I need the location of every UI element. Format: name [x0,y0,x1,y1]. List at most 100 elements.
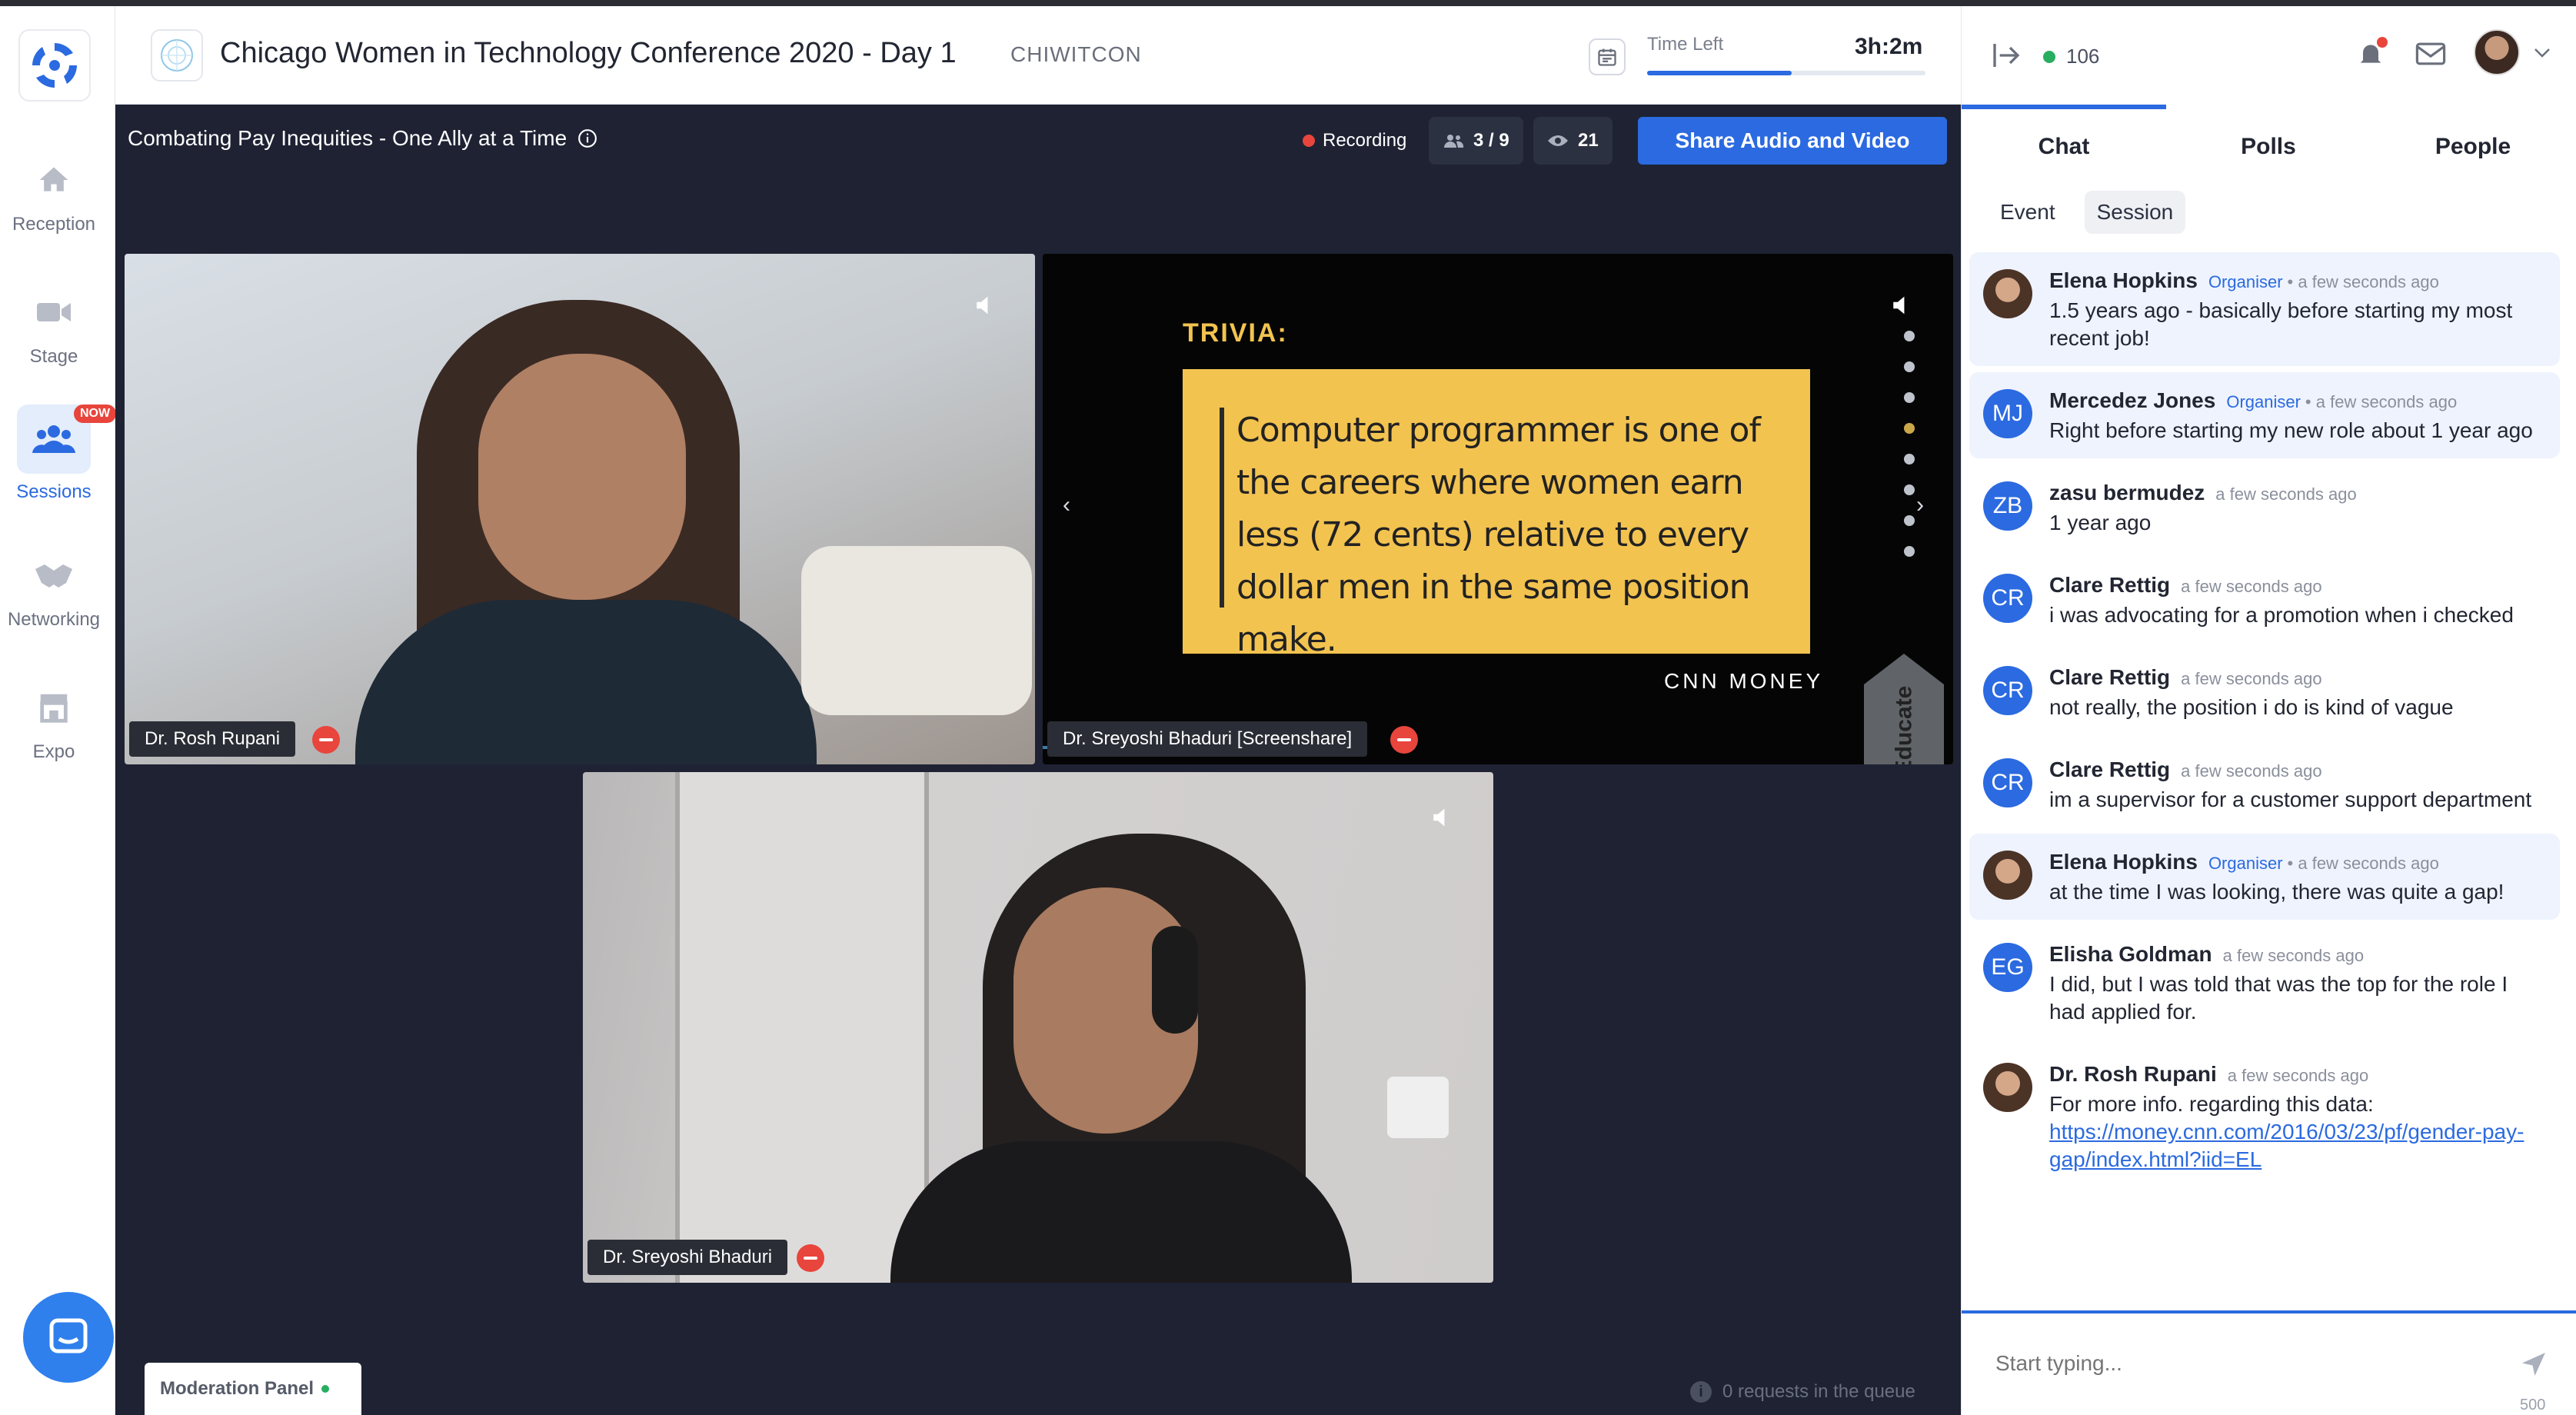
slide-source: CNN MONEY [1664,669,1824,693]
nav-reception[interactable]: Reception [0,145,108,260]
recording-indicator: Recording [1292,117,1417,165]
message-text: For more info. regarding this data: https… [2049,1090,2544,1174]
event-code: CHIWITCON [1010,42,1142,66]
tab-people[interactable]: People [2371,111,2575,180]
chevron-down-icon[interactable] [2534,48,2551,58]
speaker-volume-icon[interactable] [1430,804,1456,831]
message-time: a few seconds ago [2222,946,2365,965]
tile-name-label: Dr. Sreyoshi Bhaduri [587,1240,788,1275]
video-tile-sreyoshi-bhaduri[interactable]: Dr. Sreyoshi Bhaduri [583,772,1493,1283]
app-logo[interactable] [18,29,91,102]
message-meta: Clare Rettig a few seconds ago [2049,755,2544,786]
slide-dot[interactable] [1904,331,1915,341]
slide-next-icon[interactable]: › [1916,492,1924,518]
nav-sessions-label: Sessions [16,481,92,502]
slide-dot[interactable] [1904,392,1915,403]
tab-polls[interactable]: Polls [2166,111,2371,180]
session-title-text: Combating Pay Inequities - One Ally at a… [128,126,567,150]
meta-separator: • [2305,392,2316,411]
remove-speaker-button[interactable] [312,726,340,754]
chat-support-button[interactable] [23,1292,114,1383]
group-icon: NOW [17,405,117,474]
info-icon: i [1690,1381,1712,1403]
chat-message: EG Elisha Goldman a few seconds ago I did… [1969,926,2560,1040]
nav-networking[interactable]: Networking [0,540,108,655]
user-avatar[interactable] [2474,29,2520,75]
nav-stage[interactable]: Stage [0,277,108,392]
slide-dot[interactable] [1904,515,1915,526]
tile-name-text: Dr. Rosh Rupani [145,728,281,749]
meta-separator: • [2287,272,2298,291]
online-count-value: 106 [2066,45,2100,68]
chat-message: CR Clare Rettig a few seconds ago im a su… [1969,741,2560,827]
tile-name-text: Dr. Sreyoshi Bhaduri [Screenshare] [1063,728,1353,749]
message-author: zasu bermudez [2049,481,2205,504]
chat-message: Elena Hopkins Organiser • a few seconds ag… [1969,252,2560,366]
message-text: Right before starting my new role about … [2049,418,2533,442]
chat-input[interactable] [1995,1343,2488,1384]
moderation-panel-tab[interactable]: Moderation Panel [145,1363,361,1415]
tab-chat[interactable]: Chat [1962,111,2166,180]
remove-speaker-button[interactable] [797,1244,824,1272]
message-time: a few seconds ago [2315,392,2458,411]
slide-dot-current[interactable] [1904,423,1915,434]
educate-tab: Educate [1864,654,1944,764]
slide-dot[interactable] [1904,454,1915,464]
chat-message: MJ Mercedez Jones Organiser • a few second… [1969,372,2560,458]
pillow [801,546,1032,715]
subtab-session[interactable]: Session [2084,191,2186,234]
slide-prev-icon[interactable]: ‹ [1063,492,1070,518]
message-author: Clare Rettig [2049,665,2171,689]
info-icon[interactable] [577,128,597,148]
exit-icon[interactable] [1991,40,2022,71]
mail-icon[interactable] [2415,42,2446,66]
request-queue-status: i 0 requests in the queue [1690,1381,1915,1403]
remove-screenshare-button[interactable] [1390,726,1418,754]
nav-expo[interactable]: Expo [0,672,108,787]
tile-name-label: Dr. Sreyoshi Bhaduri [Screenshare] [1047,721,1368,757]
avatar [1983,1063,2032,1112]
educate-label: Educate [1891,685,1916,764]
message-meta: Mercedez Jones Organiser • a few seconds a… [2049,386,2544,417]
message-text: im a supervisor for a customer support d… [2049,787,2532,811]
avatar: ZB [1983,481,2032,531]
message-time: a few seconds ago [2181,577,2322,596]
participants-pill[interactable]: 3 / 9 [1429,117,1523,165]
subtab-event[interactable]: Event [1988,191,2068,234]
message-author: Elena Hopkins [2049,850,2198,874]
nav-sessions[interactable]: NOW Sessions [0,401,117,517]
chat-scope-tabs: Event Session [1988,191,2186,234]
online-dot-icon [2043,50,2055,63]
share-audio-video-button[interactable]: Share Audio and Video [1638,117,1947,165]
event-title: Chicago Women in Technology Conference 2… [220,37,957,69]
message-text: I did, but I was told that was the top f… [2049,972,2508,1024]
speaker-volume-icon[interactable] [973,292,1000,318]
avatar: MJ [1983,389,2032,438]
speaker-volume-icon[interactable] [1890,292,1916,318]
slide-dot[interactable] [1904,546,1915,557]
message-author: Clare Rettig [2049,573,2171,597]
chat-message-list[interactable]: Elena Hopkins Organiser • a few seconds ag… [1969,252,2569,1313]
avatar [1983,851,2032,900]
slide-quote-bar [1220,408,1224,608]
panel-tabs: Chat Polls People [1962,111,2576,180]
viewers-pill[interactable]: 21 [1533,117,1612,165]
video-tile-rosh-rupani[interactable]: Dr. Rosh Rupani [125,254,1035,764]
video-camera-icon [31,289,77,335]
active-tab-underline [1962,105,2166,109]
message-time: a few seconds ago [2298,854,2439,873]
meta-separator: • [2287,854,2298,873]
message-meta: Clare Rettig a few seconds ago [2049,663,2544,694]
message-author: Elena Hopkins [2049,268,2198,292]
slide-dot[interactable] [1904,361,1915,372]
speaker-face [478,354,686,600]
send-icon[interactable] [2520,1350,2548,1378]
message-text: 1 year ago [2049,511,2152,534]
slide-dot[interactable] [1904,484,1915,495]
message-link[interactable]: https://money.cnn.com/2016/03/23/pf/gend… [2049,1120,2524,1171]
video-tile-screenshare[interactable]: TRIVIA: Computer programmer is one of th… [1043,254,1953,764]
time-left-label: Time Left [1647,34,1724,55]
message-time: a few seconds ago [2227,1066,2369,1085]
calendar-icon[interactable] [1589,38,1626,75]
message-text: at the time I was looking, there was qui… [2049,880,2504,904]
